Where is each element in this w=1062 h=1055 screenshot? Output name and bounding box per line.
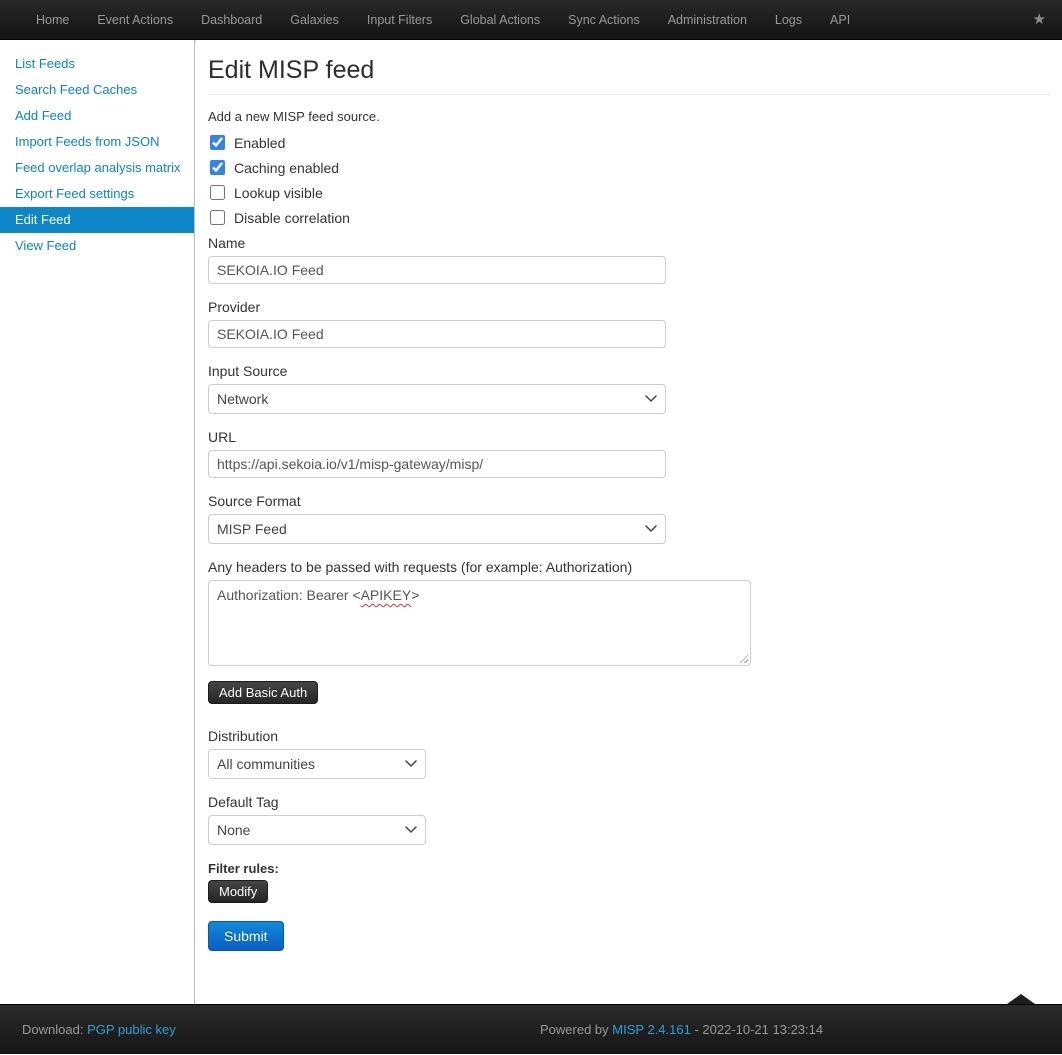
checkbox-row-enabled: Enabled — [208, 130, 1050, 155]
submit-button[interactable]: Submit — [208, 921, 284, 951]
name-field[interactable] — [208, 256, 666, 284]
sidebar-item-edit-feed[interactable]: Edit Feed — [0, 207, 194, 233]
source-format-select-wrap: MISP Feed — [208, 514, 666, 544]
input-source-select[interactable]: Network — [208, 384, 666, 414]
form-description: Add a new MISP feed source. — [208, 109, 1050, 124]
default-tag-select[interactable]: None — [208, 815, 426, 845]
nav-item-input-filters[interactable]: Input Filters — [353, 0, 446, 40]
headers-value-prefix: Authorization: Bearer < — [217, 587, 361, 603]
build-date: - 2022-10-21 13:23:14 — [694, 1022, 823, 1037]
disable-correlation-checkbox-label: Disable correlation — [234, 210, 350, 226]
distribution-field-label: Distribution — [208, 728, 1050, 744]
provider-field[interactable] — [208, 320, 666, 348]
input-source-select-wrap: Network — [208, 384, 666, 414]
nav-item-global-actions[interactable]: Global Actions — [446, 0, 554, 40]
nav-item-home[interactable]: Home — [22, 0, 83, 40]
default-tag-field-label: Default Tag — [208, 794, 1050, 810]
sidebar-item-export-feed-settings[interactable]: Export Feed settings — [0, 181, 194, 207]
enabled-checkbox[interactable] — [210, 135, 225, 150]
sidebar-item-import-feeds-from-json[interactable]: Import Feeds from JSON — [0, 129, 194, 155]
nav-item-dashboard[interactable]: Dashboard — [187, 0, 276, 40]
headers-value-spellchecked-word: APIKEY — [361, 587, 412, 603]
modify-button[interactable]: Modify — [208, 880, 268, 903]
lookup-visible-checkbox[interactable] — [210, 185, 225, 200]
sidebar-item-search-feed-caches[interactable]: Search Feed Caches — [0, 77, 194, 103]
download-label: Download: — [22, 1022, 83, 1037]
distribution-select-wrap: All communities — [208, 749, 426, 779]
default-tag-select-wrap: None — [208, 815, 426, 845]
caching-enabled-checkbox-label: Caching enabled — [234, 160, 339, 176]
star-icon[interactable]: ★ — [1017, 0, 1062, 40]
sidebar: List Feeds Search Feed Caches Add Feed I… — [0, 40, 195, 1004]
filter-rules-label: Filter rules: — [208, 861, 1050, 876]
caching-enabled-checkbox[interactable] — [210, 160, 225, 175]
source-format-field-label: Source Format — [208, 493, 1050, 509]
distribution-select[interactable]: All communities — [208, 749, 426, 779]
title-divider — [208, 94, 1050, 95]
add-basic-auth-button[interactable]: Add Basic Auth — [208, 681, 318, 704]
sidebar-item-list-feeds[interactable]: List Feeds — [0, 51, 194, 77]
provider-field-label: Provider — [208, 299, 1050, 315]
nav-item-event-actions[interactable]: Event Actions — [83, 0, 187, 40]
url-field[interactable] — [208, 450, 666, 478]
powered-by-label: Powered by — [540, 1022, 609, 1037]
headers-textarea[interactable]: Authorization: Bearer <APIKEY> — [208, 580, 751, 666]
name-field-label: Name — [208, 235, 1050, 251]
misp-version-link[interactable]: MISP 2.4.161 — [612, 1022, 691, 1037]
resize-grip-icon[interactable] — [737, 652, 748, 663]
source-format-select[interactable]: MISP Feed — [208, 514, 666, 544]
top-navbar: Home Event Actions Dashboard Galaxies In… — [0, 0, 1062, 40]
sidebar-item-view-feed[interactable]: View Feed — [0, 233, 194, 259]
lookup-visible-checkbox-label: Lookup visible — [234, 185, 323, 201]
nav-item-logs[interactable]: Logs — [761, 0, 816, 40]
sidebar-item-feed-overlap-analysis-matrix[interactable]: Feed overlap analysis matrix — [0, 155, 194, 181]
main-content: Edit MISP feed Add a new MISP feed sourc… — [196, 40, 1062, 1004]
footer: Download: PGP public key Powered by MISP… — [0, 1004, 1062, 1054]
pgp-public-key-link[interactable]: PGP public key — [87, 1022, 176, 1037]
checkbox-row-disable-correlation: Disable correlation — [208, 205, 1050, 230]
headers-value-suffix: > — [411, 587, 419, 603]
enabled-checkbox-label: Enabled — [234, 135, 285, 151]
scroll-to-top-button[interactable] — [1007, 994, 1035, 1004]
headers-field-label: Any headers to be passed with requests (… — [208, 559, 1050, 575]
nav-item-administration[interactable]: Administration — [654, 0, 761, 40]
checkbox-row-lookup-visible: Lookup visible — [208, 180, 1050, 205]
nav-item-sync-actions[interactable]: Sync Actions — [554, 0, 654, 40]
sidebar-item-add-feed[interactable]: Add Feed — [0, 103, 194, 129]
checkbox-row-caching-enabled: Caching enabled — [208, 155, 1050, 180]
nav-item-api[interactable]: API — [816, 0, 864, 40]
distribution-block: Distribution All communities — [208, 728, 1050, 779]
footer-powered-by: Powered by MISP 2.4.161 - 2022-10-21 13:… — [540, 1005, 823, 1055]
nav-item-galaxies[interactable]: Galaxies — [276, 0, 353, 40]
disable-correlation-checkbox[interactable] — [210, 210, 225, 225]
url-field-label: URL — [208, 429, 1050, 445]
page-title: Edit MISP feed — [208, 56, 1050, 84]
footer-download: Download: PGP public key — [22, 1005, 176, 1055]
input-source-field-label: Input Source — [208, 363, 1050, 379]
